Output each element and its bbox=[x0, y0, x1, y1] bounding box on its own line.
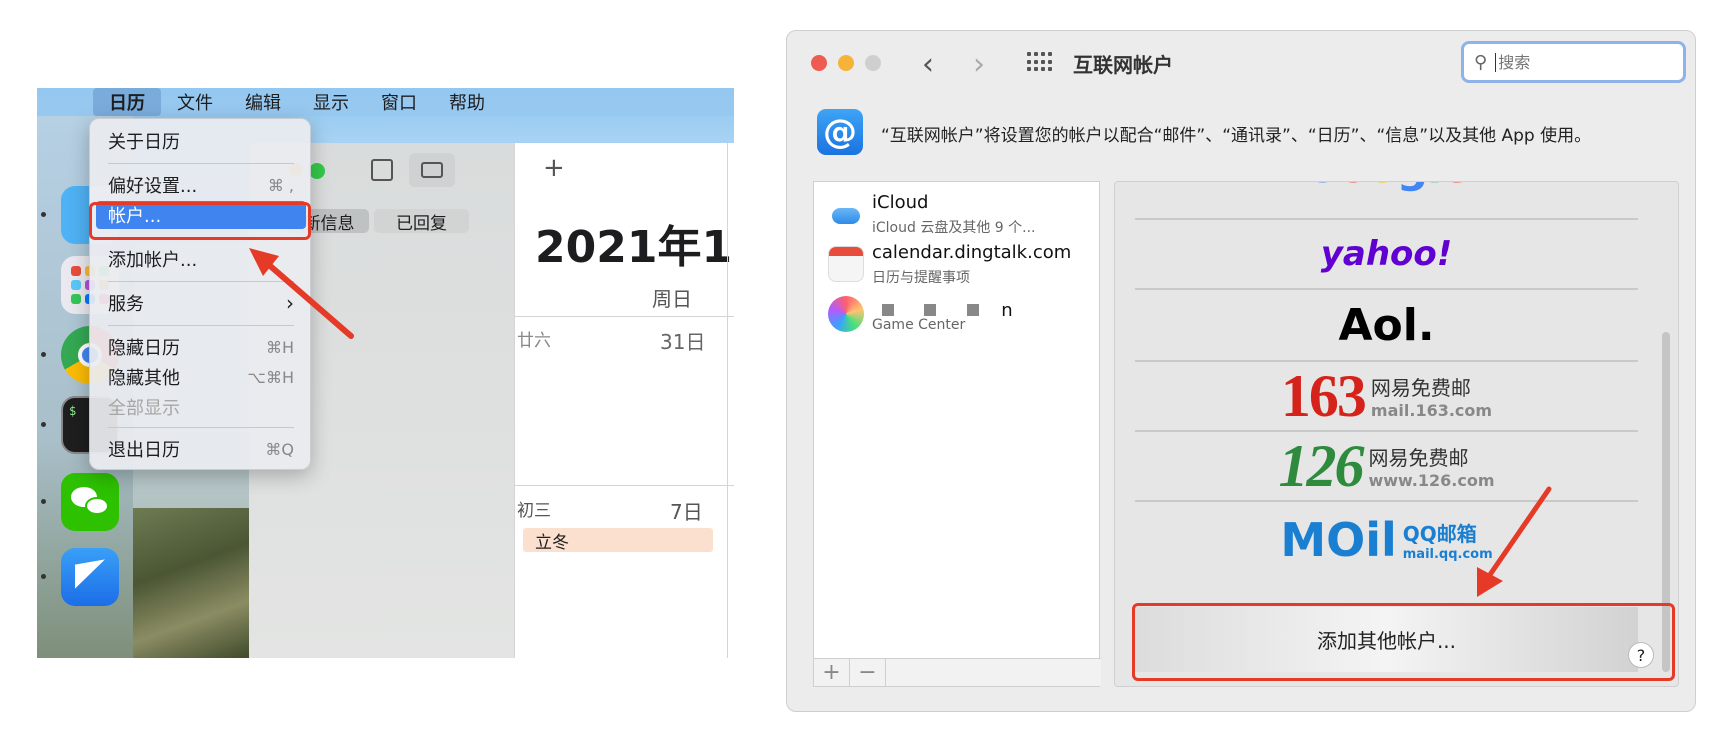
annotation-arrow bbox=[249, 248, 354, 339]
calendar-screenshot: 日历 文件 编辑 显示 窗口 帮助 $ 新信息 已回复 + 2021年1 周日 … bbox=[37, 88, 734, 658]
annotation-arrow bbox=[1477, 486, 1552, 597]
internet-accounts-window: ‹ › 互联网帐户 ⚲ @ “互联网帐户”将设置您的帐户以配合“邮件”、“通讯录… bbox=[786, 30, 1696, 712]
